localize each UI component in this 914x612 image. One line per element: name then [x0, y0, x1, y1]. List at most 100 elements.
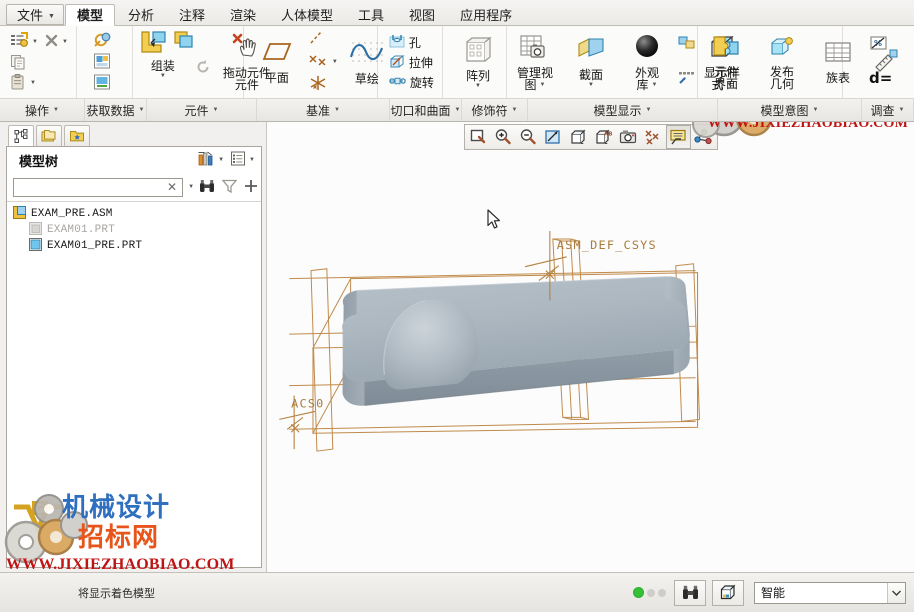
filter-funnel-icon[interactable] [221, 179, 238, 196]
ribbon-toolbar: ▼ ▼ ▼ 组装 ▼ 拖动元件 元件 平面 ▼ 草绘 孔 拉伸 旋转 阵列 ▼ … [0, 26, 914, 99]
chevron-down-icon: ▼ [454, 107, 461, 113]
search-box[interactable]: ✕ [13, 177, 184, 197]
extrude-icon [389, 54, 405, 72]
assembly-icon [13, 206, 26, 222]
chevron-down-icon[interactable]: ▼ [540, 82, 546, 88]
add-plus-icon[interactable] [244, 179, 258, 196]
chevron-down-icon[interactable]: ▼ [332, 59, 338, 65]
chevron-down-icon[interactable]: ▼ [475, 83, 481, 89]
regenerate-icon[interactable] [10, 32, 29, 52]
shaded-cube-icon [720, 584, 736, 600]
status-view-button[interactable] [712, 579, 744, 606]
manage-views-button[interactable]: 管理视 图 ▼ [510, 33, 560, 92]
tab-annotate[interactable]: 注释 [167, 4, 217, 25]
table-row[interactable]: EXAM01_PRE.PRT [7, 238, 261, 254]
chevron-down-icon: ▼ [53, 107, 59, 113]
datum-csys-icon[interactable] [307, 75, 338, 94]
status-bar: 将显示着色模型 智能 [0, 572, 914, 612]
find-binoculars-icon[interactable] [199, 179, 215, 196]
assemble-button[interactable]: 组装 ▼ [143, 57, 183, 79]
tree-display-icon[interactable] [230, 151, 246, 169]
tab-model[interactable]: 模型 [64, 4, 115, 26]
section-button[interactable]: 截面 ▼ [566, 35, 616, 89]
selection-filter-combo[interactable]: 智能 [754, 581, 906, 604]
group-label-model-display[interactable]: 模型显示 ▼ [528, 99, 718, 121]
perspective-icon[interactable] [677, 36, 697, 55]
ribbon-group-labels: 操作 ▼ 获取数据 ▼ 元件 ▼ 基准 ▼ 切口和曲面 ▼ 修饰符 ▼ 模型显示 ▼ 模型意图… [0, 99, 914, 122]
udf-icon[interactable] [93, 31, 112, 52]
pattern-icon [461, 36, 495, 67]
copy-icon[interactable] [10, 54, 27, 73]
status-find-button[interactable] [674, 579, 706, 606]
extrude-button[interactable]: 拉伸 [386, 53, 437, 73]
model-tree-search-row: ✕ ▼ [7, 173, 261, 201]
chevron-down-icon[interactable]: ▼ [30, 80, 36, 86]
group-label-datum[interactable]: 基准 ▼ [257, 99, 390, 121]
tab-manikin[interactable]: 人体模型 [269, 4, 345, 25]
model-tree-title: 模型树 [19, 153, 59, 169]
hole-button[interactable]: 孔 [386, 33, 437, 53]
group-label-operations[interactable]: 操作 ▼ [0, 99, 85, 121]
group-label-investigate[interactable]: 调查 ▼ [862, 99, 914, 121]
nav-tab-favorites[interactable] [64, 125, 90, 146]
chevron-down-icon[interactable]: ▼ [32, 39, 38, 45]
chevron-down-icon[interactable]: ▼ [218, 157, 224, 163]
datum-axis-icon[interactable] [307, 30, 338, 48]
datum-point-icon[interactable] [307, 52, 329, 71]
prosper-application-window: 文件 ▼ 模型 分析 注释 渲染 人体模型 工具 视图 应用程序 ▼ ▼ ▼ 组… [0, 0, 914, 612]
revolve-button[interactable]: 旋转 [386, 73, 437, 92]
tree-settings-icon[interactable] [198, 151, 215, 170]
search-input[interactable] [18, 178, 164, 196]
group-label-get-data[interactable]: 获取数据 ▼ [85, 99, 147, 121]
nav-tab-model-tree[interactable] [8, 125, 34, 146]
chevron-down-icon[interactable]: ▼ [62, 39, 68, 45]
tab-analysis[interactable]: 分析 [116, 4, 166, 25]
group-label-cuts-surfaces[interactable]: 切口和曲面 ▼ [390, 99, 462, 121]
folder-star-icon [70, 131, 84, 142]
publish-geometry-icon [768, 34, 796, 63]
chevron-down-icon[interactable]: ▼ [160, 73, 166, 79]
layer-icon[interactable] [677, 70, 697, 88]
chevron-down-icon[interactable]: ▼ [652, 82, 658, 88]
menu-file-label: 文件 [17, 8, 44, 23]
tab-view[interactable]: 视图 [397, 4, 447, 25]
table-row[interactable]: EXAM_PRE.ASM [7, 206, 261, 222]
model-tree-header: 模型树 ▼ ▼ [7, 147, 261, 173]
delete-x-icon[interactable] [44, 33, 59, 51]
close-icon[interactable]: ✕ [164, 180, 180, 194]
tab-tools[interactable]: 工具 [346, 4, 396, 25]
assemble-icon[interactable] [139, 30, 169, 59]
chevron-down-icon[interactable]: ▼ [249, 157, 255, 163]
chevron-down-icon: ▼ [48, 13, 55, 20]
pattern-button[interactable]: 阵列 ▼ [453, 35, 503, 90]
paste-icon[interactable] [10, 73, 27, 93]
group-label-model-intent[interactable]: 模型意图 ▼ [718, 99, 862, 121]
hole-icon [389, 34, 405, 52]
group-label-modifiers[interactable]: 修饰符 ▼ [462, 99, 528, 121]
chevron-down-icon[interactable]: ▼ [588, 82, 594, 88]
navigator-tabs [0, 122, 266, 146]
chevron-down-icon: ▼ [511, 107, 518, 113]
tab-applications[interactable]: 应用程序 [448, 4, 524, 25]
shrinkwrap-icon[interactable] [93, 73, 112, 94]
table-row[interactable]: EXAM01.PRT [7, 222, 261, 238]
ribbon-group-model-display: 管理视 图 ▼ 截面 ▼ 外观 库 ▼ 显示样 式 ▼ [507, 26, 740, 98]
appearance-gallery-button[interactable]: 外观 库 ▼ [622, 33, 672, 92]
repeat-icon[interactable] [195, 59, 211, 78]
chevron-down-icon[interactable] [887, 582, 905, 603]
selection-filter-value: 智能 [761, 586, 786, 600]
tree-item-label: EXAM01.PRT [47, 224, 116, 236]
menu-file[interactable]: 文件 ▼ [6, 4, 64, 25]
merge-icon[interactable] [93, 52, 112, 73]
graphics-window[interactable]: AB ASM_DEF_CSYS ACS0 WWW.JIXIEZHAOBIAO.C… [267, 122, 914, 572]
group-label-component[interactable]: 元件 ▼ [147, 99, 257, 121]
drag-component-icon [232, 33, 262, 64]
chevron-down-icon[interactable]: ▼ [188, 184, 194, 190]
status-dot [647, 588, 655, 597]
create-component-icon[interactable] [173, 30, 195, 54]
datum-plane-icon [261, 40, 293, 69]
nav-tab-folder-browser[interactable] [36, 125, 62, 146]
publish-geometry-button[interactable]: 发布 几何 [757, 33, 807, 91]
status-right-group: 智能 [629, 579, 914, 606]
tab-render[interactable]: 渲染 [218, 4, 268, 25]
